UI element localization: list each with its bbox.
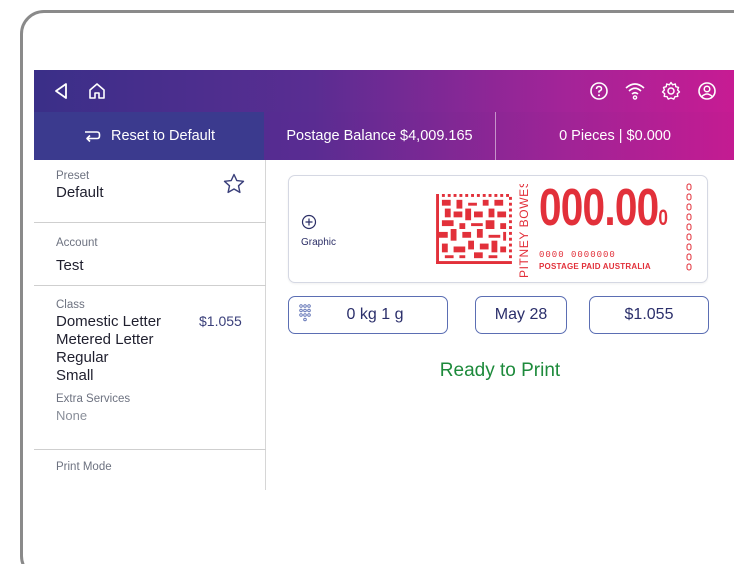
- meter-serial: 0000 0000000: [539, 250, 616, 260]
- help-icon[interactable]: [588, 80, 610, 102]
- postage-paid-text: POSTAGE PAID AUSTRALIA: [539, 262, 651, 271]
- ready-to-print-status: Ready to Print: [439, 360, 561, 381]
- postage-amount-main: 000.00: [539, 179, 659, 237]
- class-line-3: Regular: [56, 349, 109, 366]
- class-section[interactable]: Class Domestic Letter $1.055 Metered Let…: [34, 286, 266, 450]
- print-mode-label: Print Mode: [56, 461, 112, 473]
- preset-section[interactable]: Preset Default: [34, 160, 266, 223]
- home-icon[interactable]: [86, 80, 108, 102]
- extra-services-value: None: [56, 408, 88, 423]
- reset-to-default-button[interactable]: Reset to Default: [34, 112, 264, 160]
- pieces-counter[interactable]: 0 Pieces | $0.000: [496, 112, 734, 160]
- weight-value: 0 kg 1 g: [346, 306, 404, 323]
- postage-amount: 000.000: [539, 178, 668, 238]
- date-button[interactable]: May 28: [475, 296, 567, 334]
- preset-value: Default: [56, 184, 104, 201]
- star-favorite-icon[interactable]: [222, 172, 246, 196]
- datamatrix-barcode-icon: [436, 194, 512, 264]
- pitney-bowes-vertical-logo: PITNEY BOWES: [517, 184, 531, 278]
- reset-label: Reset to Default: [111, 128, 215, 144]
- wifi-icon[interactable]: [624, 80, 646, 102]
- class-price: $1.055: [199, 313, 242, 329]
- account-section[interactable]: Account Test: [34, 223, 266, 286]
- indicium-preview[interactable]: Graphic PITNEY BOWES 000.000 0000 000000…: [288, 175, 708, 283]
- screen: Reset to Default Postage Balance $4,009.…: [34, 70, 734, 490]
- reset-arrow-icon: [83, 129, 101, 143]
- vertical-zeros-strip: [686, 183, 692, 271]
- account-value: Test: [56, 257, 84, 274]
- svg-text:PITNEY BOWES: PITNEY BOWES: [517, 184, 531, 278]
- settings-gear-icon[interactable]: [660, 80, 682, 102]
- class-line-4: Small: [56, 367, 94, 384]
- main-panel: Graphic PITNEY BOWES 000.000 0000 000000…: [266, 160, 734, 490]
- postage-amount-sub: 0: [658, 205, 668, 230]
- user-account-icon[interactable]: [696, 80, 718, 102]
- preset-label: Preset: [56, 170, 90, 182]
- class-line-1: Domestic Letter: [56, 313, 162, 330]
- account-label: Account: [56, 237, 98, 249]
- extra-services-label: Extra Services: [56, 393, 131, 405]
- device-frame: Reset to Default Postage Balance $4,009.…: [20, 10, 734, 564]
- graphic-label: Graphic: [301, 237, 337, 248]
- postage-price-button[interactable]: $1.055: [589, 296, 709, 334]
- top-nav-bar: [34, 70, 734, 112]
- plus-circle-icon: [301, 214, 317, 230]
- class-label: Class: [56, 299, 85, 311]
- add-graphic-button[interactable]: Graphic: [301, 214, 361, 248]
- action-bar: Reset to Default Postage Balance $4,009.…: [34, 112, 734, 160]
- back-triangle-icon[interactable]: [50, 80, 72, 102]
- settings-sidebar: Preset Default Account Test Class Domest…: [34, 160, 266, 490]
- postage-balance[interactable]: Postage Balance $4,009.165: [264, 112, 496, 160]
- print-mode-section[interactable]: Print Mode: [34, 450, 266, 490]
- keypad-icon: [299, 304, 311, 322]
- weight-button[interactable]: 0 kg 1 g: [288, 296, 448, 334]
- class-line-2: Metered Letter: [56, 331, 154, 348]
